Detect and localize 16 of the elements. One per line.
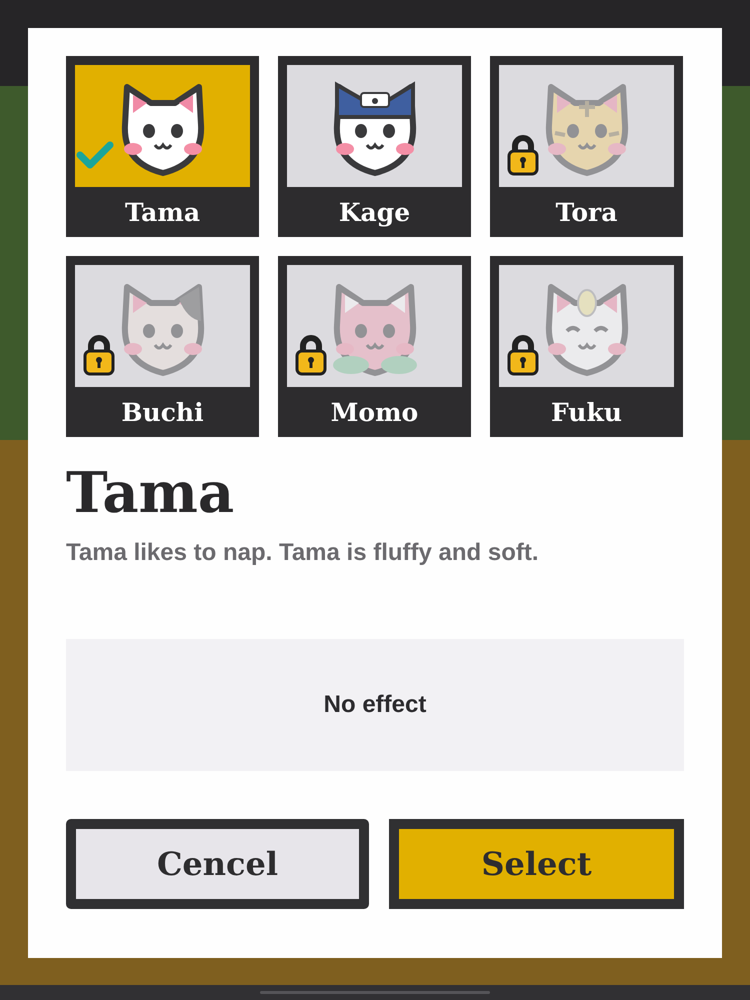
cancel-button[interactable]: Cencel xyxy=(66,818,369,909)
lock-icon xyxy=(506,334,540,376)
character-card[interactable]: Buchi xyxy=(66,256,259,437)
lock-icon xyxy=(506,134,540,176)
select-button[interactable]: Select xyxy=(389,818,684,909)
character-card[interactable]: Tama xyxy=(66,56,259,237)
character-card[interactable]: Fuku xyxy=(490,256,683,437)
character-card[interactable]: Kage xyxy=(278,56,471,237)
effect-panel: No effect xyxy=(66,638,684,771)
character-name: Tama xyxy=(66,463,234,525)
check-icon xyxy=(76,141,114,169)
character-card[interactable]: Tora xyxy=(490,56,683,237)
lock-icon xyxy=(82,334,116,376)
character-description: Tama likes to nap. Tama is fluffy and soft. xyxy=(66,538,539,567)
lock-icon xyxy=(294,334,328,376)
character-card[interactable]: Momo xyxy=(278,256,471,437)
